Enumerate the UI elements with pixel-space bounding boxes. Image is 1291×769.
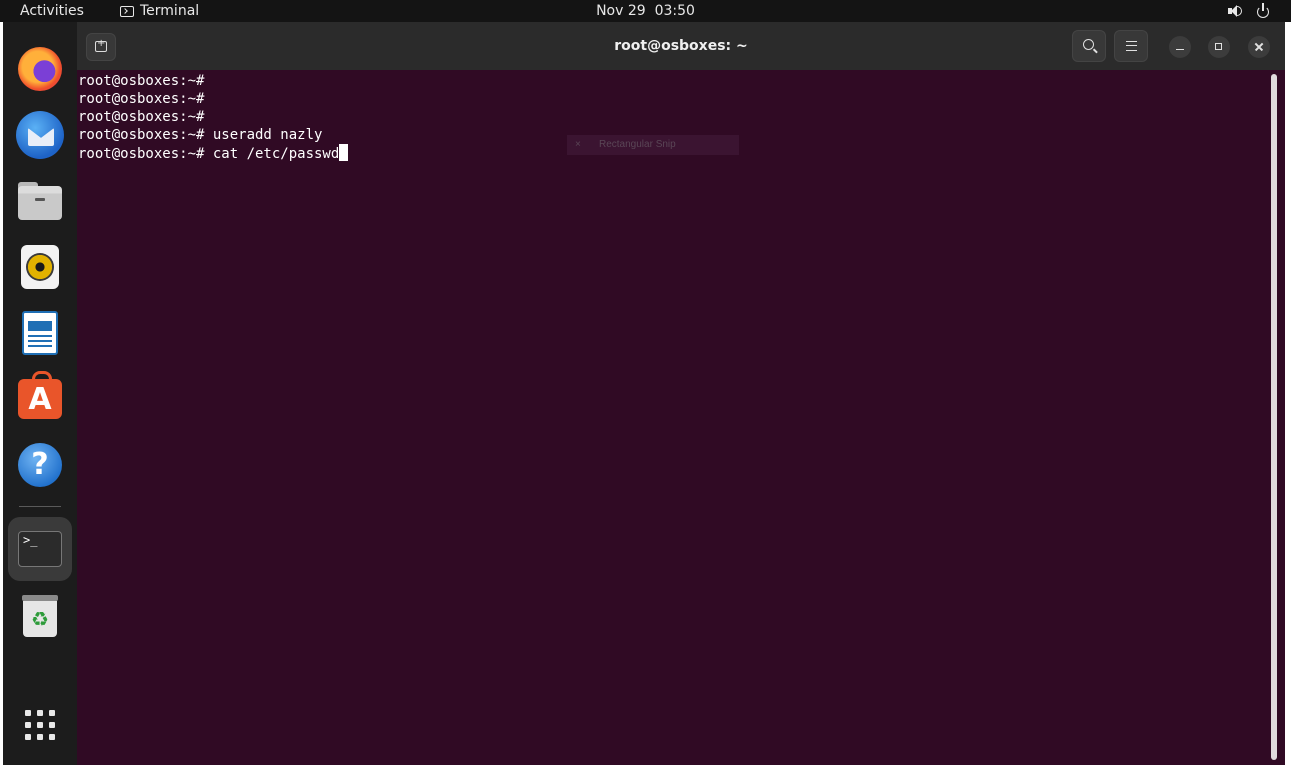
power-icon[interactable] — [1255, 3, 1271, 19]
close-icon: × — [575, 139, 581, 150]
minimize-button[interactable] — [1169, 36, 1191, 58]
speaker-icon[interactable] — [1227, 3, 1243, 19]
top-bar: Activities Terminal Nov 29 03:50 — [0, 0, 1291, 22]
dock-item-files[interactable] — [8, 169, 72, 233]
dock-item-rhythmbox[interactable] — [8, 235, 72, 299]
terminal-area[interactable]: root@osboxes:~# root@osboxes:~# root@osb… — [77, 70, 1267, 765]
dock-item-writer[interactable] — [8, 301, 72, 365]
files-icon — [18, 182, 62, 220]
terminal-output: root@osboxes:~# root@osboxes:~# root@osb… — [78, 72, 349, 162]
dock: A ? >_ ♻ — [3, 22, 77, 765]
dock-item-terminal[interactable]: >_ — [8, 517, 72, 581]
terminal-current-line[interactable]: root@osboxes:~# cat /etc/passwd — [78, 144, 349, 162]
header-bar: root@osboxes: ~ — [77, 22, 1285, 70]
dock-item-trash[interactable]: ♻ — [8, 583, 72, 647]
maximize-button[interactable] — [1208, 36, 1230, 58]
terminal-line: root@osboxes:~# — [78, 73, 205, 89]
software-icon: A — [18, 371, 62, 419]
trash-icon: ♻ — [22, 593, 58, 637]
dock-separator — [19, 506, 61, 507]
dock-item-software[interactable]: A — [8, 367, 72, 431]
dock-item-firefox[interactable] — [8, 37, 72, 101]
text-cursor — [339, 144, 349, 161]
apps-grid-icon — [23, 708, 57, 742]
system-tray[interactable] — [1227, 0, 1271, 22]
clock[interactable]: Nov 29 03:50 — [0, 0, 1291, 22]
thunderbird-icon — [16, 111, 64, 159]
desktop: Activities Terminal Nov 29 03:50 A ? >_ … — [0, 0, 1291, 769]
scrollbar[interactable] — [1270, 74, 1278, 760]
terminal-icon: >_ — [18, 531, 62, 567]
writer-icon — [22, 311, 58, 355]
firefox-icon — [18, 47, 62, 91]
terminal-line: root@osboxes:~# useradd nazly — [78, 127, 323, 143]
terminal-line: root@osboxes:~# — [78, 91, 205, 107]
menu-button[interactable] — [1114, 30, 1148, 62]
snip-overlay: × Rectangular Snip — [567, 135, 739, 155]
dock-item-thunderbird[interactable] — [8, 103, 72, 167]
search-button[interactable] — [1072, 30, 1106, 62]
rhythmbox-icon — [21, 245, 59, 289]
terminal-window: root@osboxes: ~ root@osboxes:~# root@osb… — [77, 22, 1285, 765]
show-applications-button[interactable] — [8, 693, 72, 757]
help-icon: ? — [18, 443, 62, 487]
snip-label: Rectangular Snip — [599, 139, 676, 150]
scrollbar-thumb[interactable] — [1271, 74, 1277, 760]
terminal-line: root@osboxes:~# — [78, 109, 205, 125]
dock-item-help[interactable]: ? — [8, 433, 72, 497]
terminal-command: root@osboxes:~# cat /etc/passwd — [78, 146, 340, 162]
close-button[interactable] — [1248, 36, 1270, 58]
